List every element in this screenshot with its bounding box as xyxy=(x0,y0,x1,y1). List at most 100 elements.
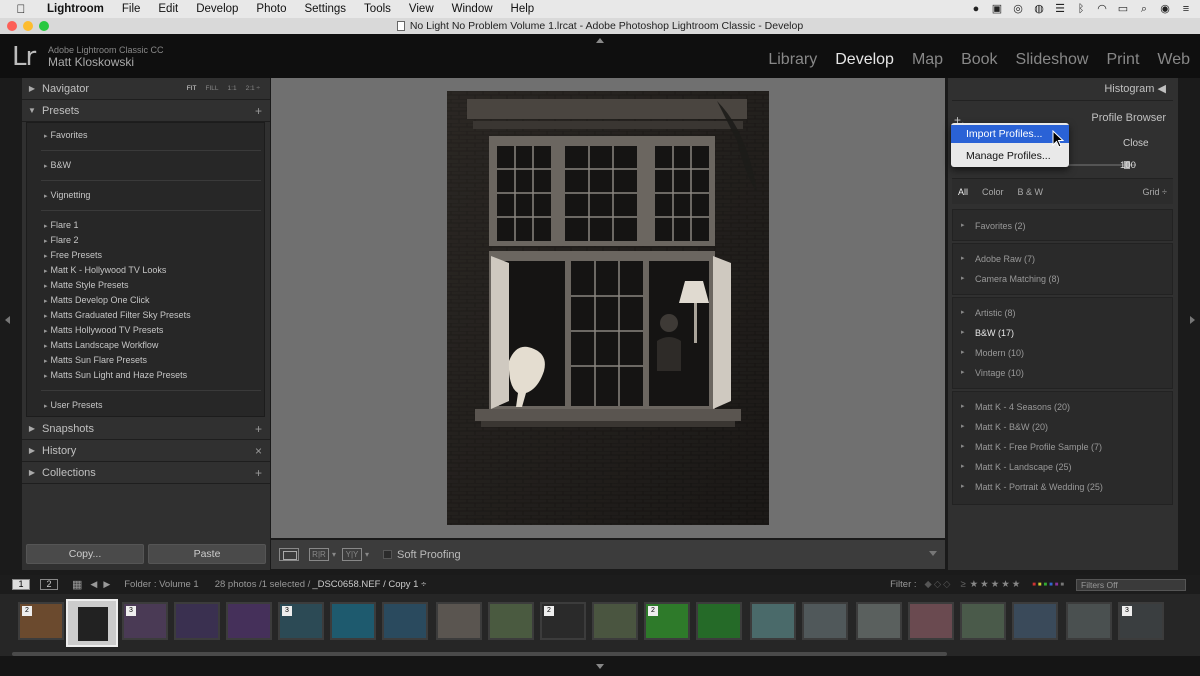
preset-folder[interactable]: Matte Style Presets xyxy=(44,280,129,290)
menu-lightroom[interactable]: Lightroom xyxy=(38,3,113,15)
airplay-icon[interactable]: ▭ xyxy=(1117,3,1129,15)
camera-icon[interactable]: ▣ xyxy=(991,3,1003,15)
collapse-top-icon[interactable] xyxy=(596,38,604,43)
loupe-view-icon[interactable] xyxy=(279,548,299,561)
manage-profiles-menu-item[interactable]: Manage Profiles... xyxy=(951,147,1069,165)
preset-folder[interactable]: Favorites xyxy=(44,130,88,140)
filmstrip-thumbnail[interactable] xyxy=(226,602,272,640)
left-edge[interactable] xyxy=(0,78,22,570)
grid-view-icon[interactable]: ▦ xyxy=(72,578,82,591)
filmstrip-thumbnail[interactable]: 3 xyxy=(1118,602,1164,640)
filmstrip-thumbnail[interactable] xyxy=(436,602,482,640)
profile-camera-matching[interactable]: Camera Matching (8) xyxy=(961,274,1059,284)
filter-bw[interactable]: B & W xyxy=(1018,187,1044,197)
right-edge[interactable] xyxy=(1178,78,1200,570)
filmstrip-thumbnail[interactable] xyxy=(174,602,220,640)
preset-folder[interactable]: Matt K - Hollywood TV Looks xyxy=(44,265,167,275)
siri-icon[interactable]: ◉ xyxy=(1159,3,1171,15)
profile-vintage[interactable]: Vintage (10) xyxy=(961,368,1024,378)
preset-folder[interactable]: Matts Graduated Filter Sky Presets xyxy=(44,310,191,320)
filmstrip-thumbnail[interactable] xyxy=(592,602,638,640)
collapse-bottom-icon[interactable] xyxy=(596,664,604,669)
back-arrow-icon[interactable]: ◀ xyxy=(90,579,97,590)
filmstrip-thumbnail[interactable]: 3 xyxy=(122,602,168,640)
preset-folder[interactable]: Matts Sun Light and Haze Presets xyxy=(44,370,188,380)
preset-folder[interactable]: B&W xyxy=(44,160,72,170)
collapse-right-icon[interactable] xyxy=(1190,316,1195,324)
evernote-icon[interactable]: ● xyxy=(970,3,982,15)
zoom-1-1[interactable]: 1:1 xyxy=(228,85,237,92)
filmstrip-thumbnail[interactable] xyxy=(382,602,428,640)
control-strip-icon[interactable]: ☰ xyxy=(1054,3,1066,15)
split-dropdown-icon[interactable]: ▾ xyxy=(365,550,369,559)
before-after-icon[interactable]: R|R xyxy=(309,548,329,561)
collapse-histogram-icon[interactable]: ◀ xyxy=(1158,83,1166,95)
source-folder[interactable]: Folder : Volume 1 xyxy=(124,579,198,590)
minimize-window-icon[interactable] xyxy=(23,21,33,31)
compare-dropdown-icon[interactable]: ▾ xyxy=(332,550,336,559)
presets-header[interactable]: ▼ Presets + xyxy=(22,100,270,122)
module-map[interactable]: Map xyxy=(912,51,943,69)
profile-bw[interactable]: B&W (17) xyxy=(961,328,1014,338)
module-book[interactable]: Book xyxy=(961,51,997,69)
filmstrip-thumbnail-selected[interactable] xyxy=(66,599,118,647)
monitor-1-button[interactable]: 1 xyxy=(12,579,30,590)
profile-matt-k-landscape[interactable]: Matt K - Landscape (25) xyxy=(961,462,1071,472)
menu-window[interactable]: Window xyxy=(443,3,502,15)
clear-history-icon[interactable]: × xyxy=(255,444,262,458)
filmstrip-thumbnail[interactable]: 2 xyxy=(18,602,64,640)
photo-preview[interactable] xyxy=(447,91,769,525)
add-preset-icon[interactable]: + xyxy=(255,104,262,118)
preset-folder[interactable]: Free Presets xyxy=(44,250,103,260)
filmstrip-thumbnail[interactable] xyxy=(908,602,954,640)
menu-file[interactable]: File xyxy=(113,3,150,15)
filmstrip-thumbnail[interactable] xyxy=(330,602,376,640)
history-header[interactable]: ▶ History × xyxy=(22,440,270,462)
filmstrip-thumbnail[interactable] xyxy=(750,602,796,640)
filmstrip-thumbnail[interactable] xyxy=(1012,602,1058,640)
menu-view[interactable]: View xyxy=(400,3,443,15)
preset-folder[interactable]: Matts Hollywood TV Presets xyxy=(44,325,164,335)
module-web[interactable]: Web xyxy=(1157,51,1190,69)
preset-folder[interactable]: Flare 1 xyxy=(44,220,79,230)
filmstrip-thumbnail[interactable]: 2 xyxy=(644,602,690,640)
module-print[interactable]: Print xyxy=(1106,51,1139,69)
menu-edit[interactable]: Edit xyxy=(149,3,187,15)
profile-modern[interactable]: Modern (10) xyxy=(961,348,1024,358)
profile-favorites[interactable]: Favorites (2) xyxy=(961,221,1025,231)
menu-help[interactable]: Help xyxy=(502,3,544,15)
filter-color[interactable]: Color xyxy=(982,187,1004,197)
creative-cloud-icon[interactable]: ◎ xyxy=(1012,3,1024,15)
wifi-icon[interactable]: ◠ xyxy=(1096,3,1108,15)
view-grid-dropdown[interactable]: Grid ÷ xyxy=(1143,187,1167,197)
profile-matt-k-4-seasons[interactable]: Matt K - 4 Seasons (20) xyxy=(961,402,1070,412)
add-collection-icon[interactable]: + xyxy=(255,466,262,480)
filmstrip-thumbnail[interactable] xyxy=(1066,602,1112,640)
profile-matt-k-portrait-wedding[interactable]: Matt K - Portrait & Wedding (25) xyxy=(961,482,1103,492)
histogram-header[interactable]: Histogram ◀ xyxy=(1104,82,1166,95)
filmstrip-thumbnail[interactable] xyxy=(802,602,848,640)
zoom-fill[interactable]: FILL xyxy=(206,85,219,92)
apple-icon[interactable]:  xyxy=(14,2,28,16)
preset-folder[interactable]: Matts Landscape Workflow xyxy=(44,340,159,350)
image-canvas[interactable] xyxy=(271,78,945,538)
module-develop[interactable]: Develop xyxy=(835,51,894,69)
filmstrip-thumbnail[interactable] xyxy=(960,602,1006,640)
profile-matt-k-bw[interactable]: Matt K - B&W (20) xyxy=(961,422,1048,432)
filmstrip-thumbnail[interactable] xyxy=(488,602,534,640)
preset-folder[interactable]: Flare 2 xyxy=(44,235,79,245)
soft-proofing-checkbox[interactable] xyxy=(383,550,393,559)
copy-button[interactable]: Copy... xyxy=(26,544,144,564)
zoom-window-icon[interactable] xyxy=(39,21,49,31)
bluetooth-icon[interactable]: ᛒ xyxy=(1075,3,1087,15)
filmstrip-thumbnail[interactable] xyxy=(696,602,742,640)
star-rating-filter[interactable]: ★★★★★ xyxy=(970,579,1023,590)
preset-folder[interactable]: Vignetting xyxy=(44,190,91,200)
rating-operator-icon[interactable]: ≥ xyxy=(960,579,965,590)
module-library[interactable]: Library xyxy=(768,51,817,69)
add-snapshot-icon[interactable]: + xyxy=(255,422,262,436)
filter-all[interactable]: All xyxy=(958,187,968,197)
collections-header[interactable]: ▶ Collections + xyxy=(22,462,270,484)
filmstrip-thumbnail[interactable]: 2 xyxy=(540,602,586,640)
filmstrip-thumbnail[interactable] xyxy=(856,602,902,640)
